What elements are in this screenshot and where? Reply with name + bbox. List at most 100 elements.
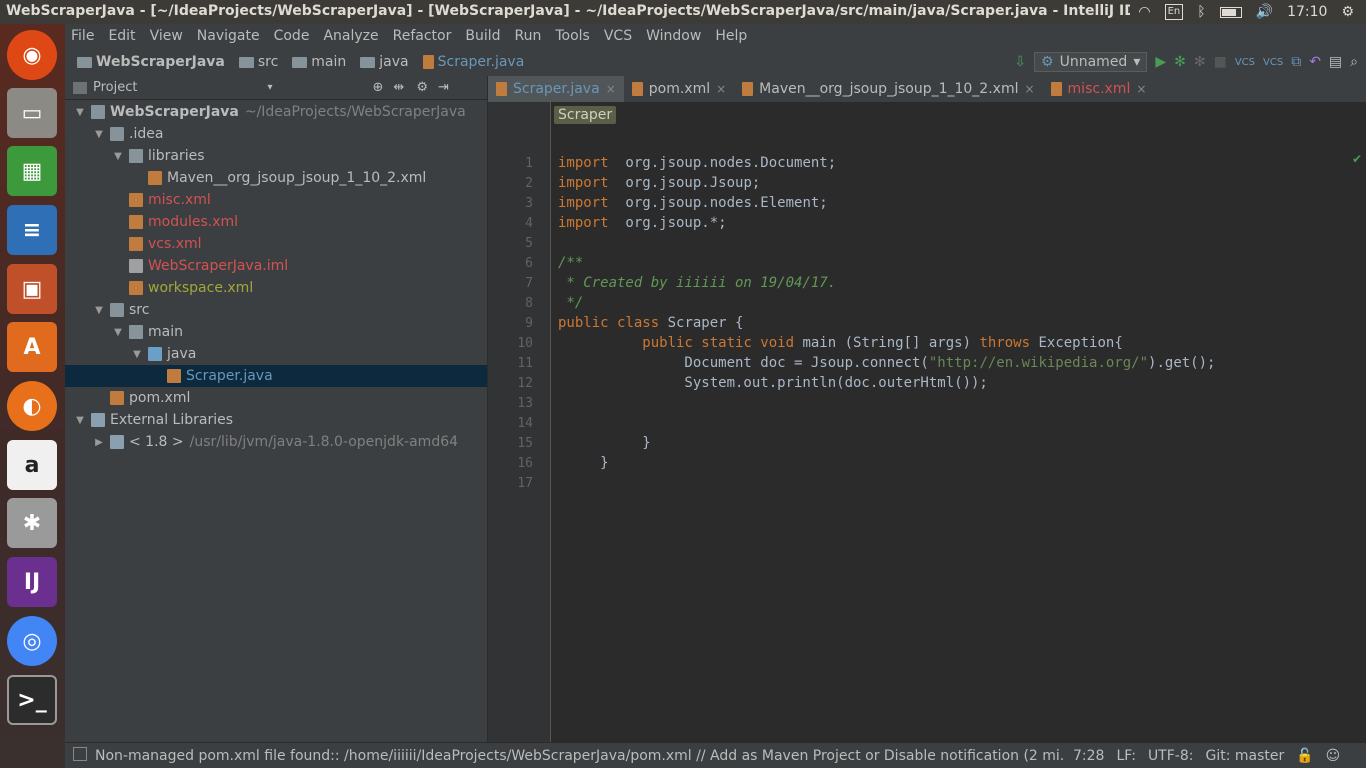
line-separator[interactable]: LF:	[1116, 748, 1135, 764]
code-line[interactable]: }	[558, 435, 650, 451]
breadcrumb-item[interactable]: src	[238, 54, 278, 70]
editor-tab[interactable]: pom.xml ×	[624, 76, 734, 102]
expand-arrow-icon[interactable]: ▼	[73, 415, 87, 426]
tree-item[interactable]: ▼ WebScraperJava ~/IdeaProjects/WebScraper…	[65, 101, 487, 123]
close-icon[interactable]: ×	[716, 82, 726, 96]
menu-window[interactable]: Window	[646, 28, 701, 44]
menu-analyze[interactable]: Analyze	[323, 28, 378, 44]
tree-item[interactable]: ▼ External Libraries	[65, 409, 487, 431]
ubuntu-dash-icon[interactable]: ◉	[7, 30, 57, 80]
class-breadcrumb[interactable]: Scraper	[554, 106, 617, 124]
expand-arrow-icon[interactable]: ▶	[92, 437, 106, 448]
line-gutter[interactable]: 1 2 3 4 5 6 7 8 9 10 11 12 13 14 15 16 17	[488, 102, 551, 742]
code-line[interactable]: */	[558, 295, 583, 311]
menu-run[interactable]: Run	[515, 28, 542, 44]
clock[interactable]: 17:10	[1287, 4, 1327, 20]
terminal-icon[interactable]: >_	[7, 675, 57, 725]
tree-item[interactable]: Maven__org_jsoup_jsoup_1_10_2.xml	[65, 167, 487, 189]
chevron-down-icon[interactable]: ▾	[267, 82, 272, 93]
vcs-history-icon[interactable]: ⧉	[1291, 54, 1301, 70]
code-line[interactable]: import org.jsoup.*;	[558, 215, 727, 231]
expand-arrow-icon[interactable]: ▼	[92, 305, 106, 316]
expand-arrow-icon[interactable]: ▼	[111, 151, 125, 162]
code-line[interactable]: }	[558, 455, 608, 471]
lock-icon[interactable]: 🔓	[1296, 748, 1313, 764]
power-icon[interactable]: ⚙	[1341, 4, 1354, 20]
close-icon[interactable]: ×	[1136, 82, 1146, 96]
run-config-selector[interactable]: ⚙ Unnamed ▾	[1034, 52, 1148, 72]
file-encoding[interactable]: UTF-8:	[1148, 748, 1194, 764]
close-icon[interactable]: ×	[606, 82, 616, 96]
notification-icon[interactable]	[73, 747, 87, 761]
menu-navigate[interactable]: Navigate	[197, 28, 260, 44]
stop-icon[interactable]: ■	[1214, 54, 1227, 70]
keyboard-layout[interactable]: En	[1164, 4, 1184, 20]
hide-icon[interactable]: ⇥	[438, 80, 449, 95]
tree-item[interactable]: workspace.xml	[65, 277, 487, 299]
code-editor[interactable]: 1 2 3 4 5 6 7 8 9 10 11 12 13 14 15 16 17 Scraper import…	[488, 102, 1366, 742]
tree-item[interactable]: vcs.xml	[65, 233, 487, 255]
git-branch[interactable]: Git: master	[1205, 748, 1284, 764]
editor-tab[interactable]: misc.xml ×	[1043, 76, 1155, 102]
battery-icon[interactable]	[1219, 6, 1242, 18]
expand-arrow-icon[interactable]: ▼	[111, 327, 125, 338]
tree-item[interactable]: ▼ src	[65, 299, 487, 321]
editor-tab[interactable]: Maven__org_jsoup_jsoup_1_10_2.xml ×	[734, 76, 1042, 102]
editor-tab[interactable]: Scraper.java ×	[488, 76, 624, 102]
writer-icon[interactable]: ≡	[7, 205, 57, 255]
tree-item[interactable]: ▼ .idea	[65, 123, 487, 145]
build-icon[interactable]: ⇩	[1014, 54, 1026, 70]
inspection-ok-icon[interactable]: ✔	[1352, 152, 1362, 166]
expand-arrow-icon[interactable]: ▼	[92, 129, 106, 140]
coverage-icon[interactable]: ✻	[1194, 54, 1206, 70]
code-line[interactable]: /**	[558, 255, 583, 271]
run-icon[interactable]: ▶	[1155, 54, 1166, 70]
code-line[interactable]: import org.jsoup.Jsoup;	[558, 175, 760, 191]
debug-icon[interactable]: ✻	[1174, 54, 1186, 70]
code-line[interactable]: System.out.println(doc.outerHtml());	[558, 375, 987, 391]
project-panel-title[interactable]: Project	[93, 80, 137, 95]
breadcrumb-item[interactable]: Scraper.java	[422, 54, 524, 70]
software-center-icon[interactable]: A	[7, 322, 57, 372]
firefox-icon[interactable]: ◐	[7, 381, 57, 431]
sync-icon[interactable]: ⊕	[373, 80, 384, 95]
tree-item[interactable]: pom.xml	[65, 387, 487, 409]
amazon-icon[interactable]: a	[7, 440, 57, 490]
wifi-icon[interactable]: ◠	[1138, 4, 1150, 20]
menu-code[interactable]: Code	[274, 28, 310, 44]
code-line[interactable]: Document doc = Jsoup.connect("http://en.…	[558, 355, 1215, 371]
hector-icon[interactable]: ☺	[1326, 748, 1341, 764]
menu-build[interactable]: Build	[465, 28, 500, 44]
system-settings-icon[interactable]: ✱	[7, 498, 57, 548]
project-structure-icon[interactable]: ▤	[1329, 54, 1342, 70]
breadcrumb-item[interactable]: main	[292, 54, 346, 70]
bluetooth-icon[interactable]: ᛒ	[1197, 4, 1205, 20]
breadcrumb-item[interactable]: WebScraperJava	[77, 54, 225, 70]
expand-arrow-icon[interactable]: ▼	[73, 107, 87, 118]
gear-icon[interactable]: ⚙	[416, 80, 428, 95]
expand-arrow-icon[interactable]: ▼	[130, 349, 144, 360]
tree-item[interactable]: misc.xml	[65, 189, 487, 211]
status-message[interactable]: Non-managed pom.xml file found:: /home/i…	[95, 748, 1065, 764]
intellij-icon[interactable]: IJ	[7, 557, 57, 607]
impress-icon[interactable]: ▣	[7, 264, 57, 314]
revert-icon[interactable]: ↶	[1309, 54, 1321, 70]
collapse-icon[interactable]: ⇹	[393, 80, 404, 95]
code-line[interactable]: public class Scraper {	[558, 315, 743, 331]
tree-item[interactable]: WebScraperJava.iml	[65, 255, 487, 277]
search-icon[interactable]: ⌕	[1350, 54, 1358, 70]
code-line[interactable]: import org.jsoup.nodes.Element;	[558, 195, 828, 211]
menu-vcs[interactable]: VCS	[604, 28, 632, 44]
caret-position[interactable]: 7:28	[1073, 748, 1104, 764]
spreadsheet-icon[interactable]: ▦	[7, 146, 57, 196]
tree-item[interactable]: ▼ main	[65, 321, 487, 343]
close-icon[interactable]: ×	[1024, 82, 1034, 96]
volume-icon[interactable]: 🔊	[1256, 4, 1273, 20]
tree-item[interactable]: ▼ java	[65, 343, 487, 365]
files-icon[interactable]: ▭	[7, 88, 57, 138]
menu-help[interactable]: Help	[715, 28, 747, 44]
menu-view[interactable]: View	[150, 28, 183, 44]
menu-edit[interactable]: Edit	[108, 28, 135, 44]
tree-item[interactable]: ▶ < 1.8 > /usr/lib/jvm/java-1.8.0-openjdk-…	[65, 431, 487, 453]
chrome-icon[interactable]: ◎	[7, 616, 57, 666]
